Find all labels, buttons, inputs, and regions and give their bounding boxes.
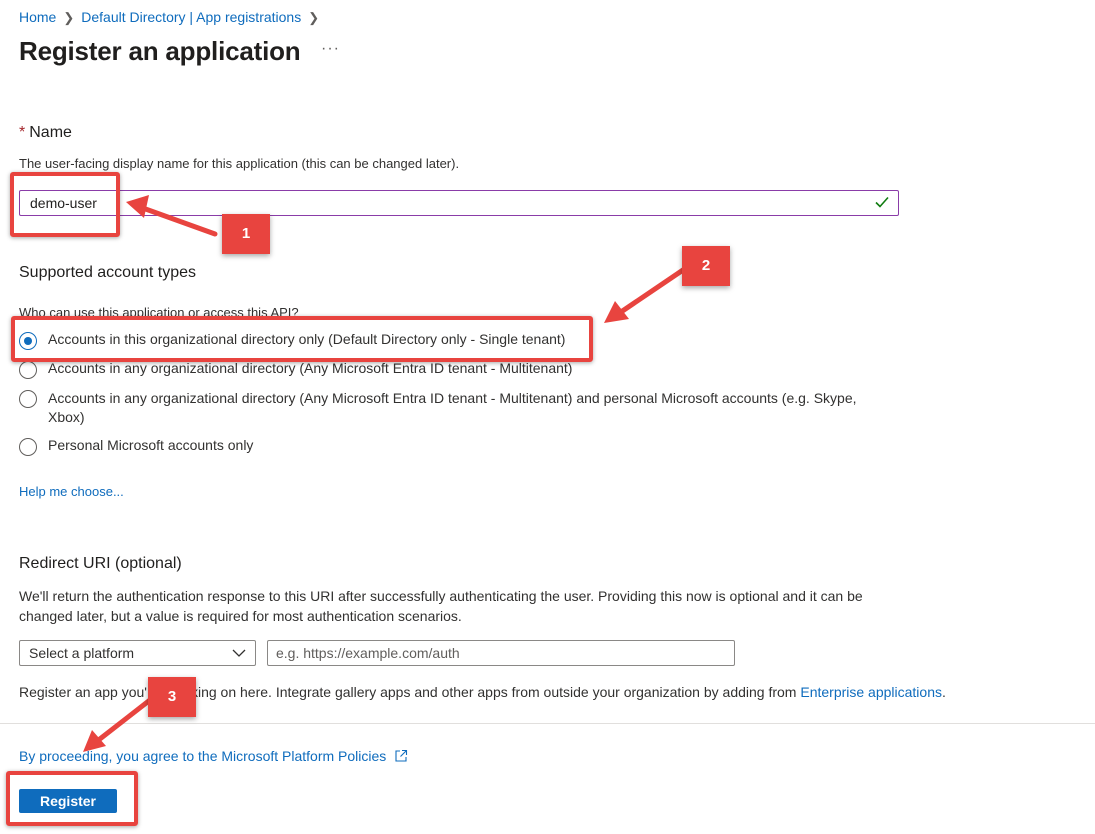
redirect-uri-label: Redirect URI (optional) bbox=[19, 555, 182, 572]
name-help-text: The user-facing display name for this ap… bbox=[19, 156, 460, 171]
external-link-icon bbox=[395, 749, 408, 762]
platform-policies-link[interactable]: By proceeding, you agree to the Microsof… bbox=[19, 748, 408, 764]
name-input[interactable]: demo-user bbox=[19, 190, 899, 216]
enterprise-applications-link[interactable]: Enterprise applications bbox=[800, 684, 942, 700]
radio-personal-only[interactable]: Personal Microsoft accounts only bbox=[19, 437, 879, 456]
chevron-down-icon bbox=[232, 649, 246, 657]
breadcrumb: Home ❯ Default Directory | App registratio… bbox=[19, 9, 326, 26]
radio-button[interactable] bbox=[19, 361, 37, 379]
annotation-highlight-name bbox=[10, 172, 120, 237]
radio-label: Personal Microsoft accounts only bbox=[48, 437, 254, 453]
required-mark: * bbox=[19, 124, 26, 141]
chevron-right-icon: ❯ bbox=[63, 10, 75, 25]
annotation-highlight-register bbox=[6, 771, 138, 826]
platform-select[interactable]: Select a platform bbox=[19, 640, 256, 666]
breadcrumb-app-registrations[interactable]: Default Directory | App registrations bbox=[81, 9, 301, 25]
radio-label: Accounts in any organizational directory… bbox=[48, 390, 857, 425]
checkmark-icon bbox=[875, 196, 889, 208]
more-options-button[interactable]: ··· bbox=[321, 40, 340, 58]
redirect-uri-placeholder: e.g. https://example.com/auth bbox=[276, 645, 460, 661]
annotation-badge-1: 1 bbox=[222, 214, 270, 254]
breadcrumb-home[interactable]: Home bbox=[19, 9, 56, 25]
chevron-right-icon: ❯ bbox=[308, 10, 320, 25]
radio-multitenant-personal[interactable]: Accounts in any organizational directory… bbox=[19, 389, 879, 427]
account-types-label: Supported account types bbox=[19, 264, 197, 281]
page-title: Register an application bbox=[19, 36, 301, 66]
redirect-uri-input[interactable]: e.g. https://example.com/auth bbox=[267, 640, 735, 666]
divider bbox=[0, 723, 1095, 724]
annotation-badge-2: 2 bbox=[682, 246, 730, 286]
radio-multitenant[interactable]: Accounts in any organizational directory… bbox=[19, 360, 879, 379]
platform-select-value: Select a platform bbox=[29, 645, 135, 661]
radio-button[interactable] bbox=[19, 390, 37, 408]
annotation-highlight-single-tenant bbox=[11, 316, 593, 362]
annotation-badge-3: 3 bbox=[148, 677, 196, 717]
radio-button[interactable] bbox=[19, 438, 37, 456]
help-me-choose-link[interactable]: Help me choose... bbox=[19, 484, 124, 499]
name-label: * Name bbox=[19, 124, 72, 141]
radio-label: Accounts in any organizational directory… bbox=[48, 360, 573, 376]
redirect-uri-description: We'll return the authentication response… bbox=[19, 588, 863, 624]
